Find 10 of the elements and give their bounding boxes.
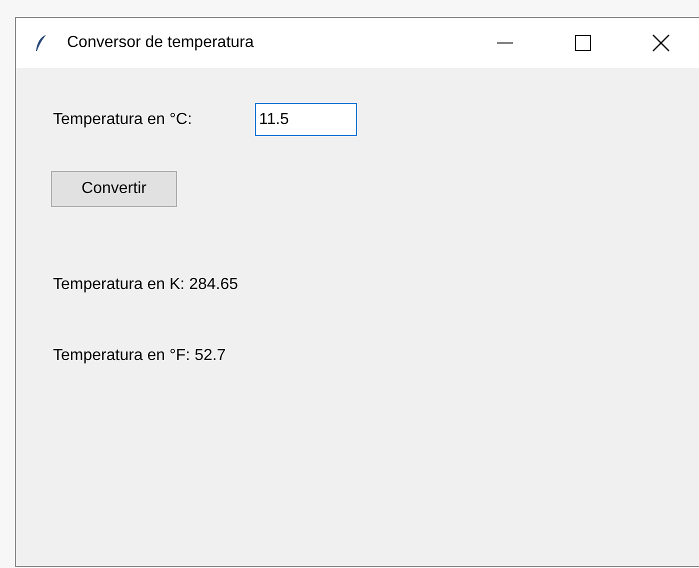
maximize-icon [575,35,591,51]
feather-icon [35,34,47,52]
minimize-icon [497,42,513,44]
close-icon [652,34,670,52]
result-label: Temperatura en K: 284.65 [53,275,240,295]
window-title: Conversor de temperatura [67,33,254,53]
result-label: Temperatura en °F: 52.7 [53,346,227,366]
temperature-input[interactable]: 11.5 [255,103,357,136]
field-label: Temperatura en °C: [53,110,193,130]
convert-button[interactable]: Convertir [51,171,177,207]
